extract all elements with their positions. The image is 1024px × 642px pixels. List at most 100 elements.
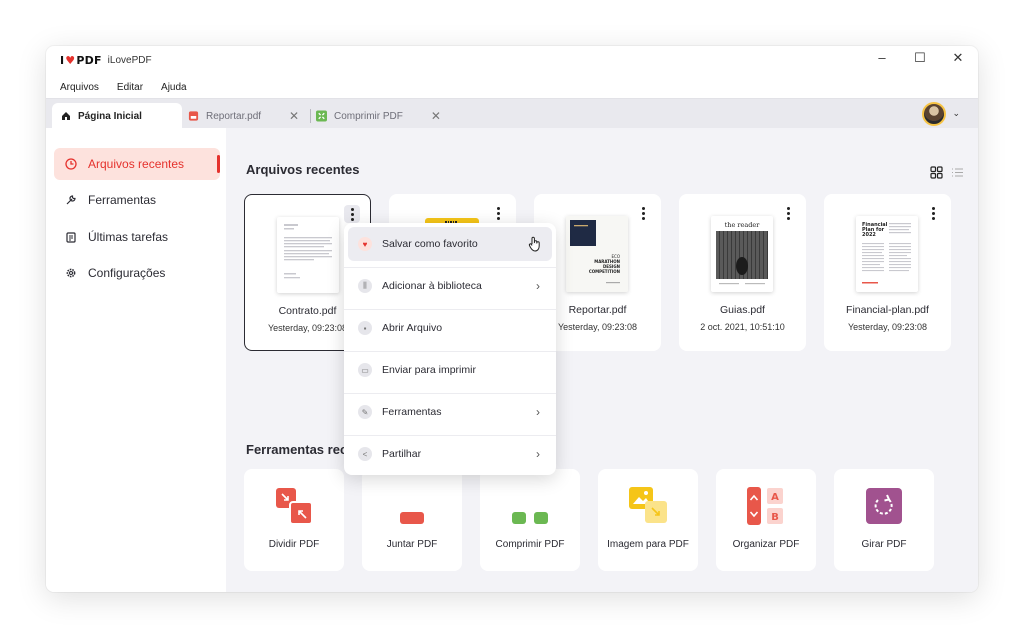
menu-item-print[interactable]: ▭ Enviar para imprimir [348, 353, 552, 387]
library-icon: ⫼ [358, 279, 372, 293]
menu-item-tools[interactable]: ✎ Ferramentas › [348, 395, 552, 429]
clipboard-icon [64, 231, 78, 243]
compress-icon [316, 110, 327, 122]
file-thumbnail: Financial Plan for 2022 [856, 216, 918, 292]
context-menu: ♥ Salvar como favorito ⫼ Adicionar à bib… [344, 223, 556, 475]
tool-card-split[interactable]: Dividir PDF [244, 469, 344, 571]
file-card[interactable]: Financial Plan for 2022 Financial-plan.p… [824, 194, 951, 351]
split-pdf-icon [275, 487, 313, 525]
more-options-icon[interactable] [490, 204, 506, 222]
menu-item-save-favorite[interactable]: ♥ Salvar como favorito [348, 227, 552, 261]
sidebar-item-settings[interactable]: Configurações [54, 257, 220, 289]
title-bar: I ♥ PDF iLovePDF – ☐ ✕ [46, 46, 978, 74]
menu-item-label: Enviar para imprimir [382, 364, 476, 376]
tool-label: Dividir PDF [268, 539, 320, 550]
thumb-text: COMPETITION [589, 269, 620, 274]
file-icon: ▪ [358, 321, 372, 335]
view-toggle [930, 166, 964, 184]
chevron-right-icon: › [536, 279, 540, 293]
menu-item-open-file[interactable]: ▪ Abrir Arquivo [348, 311, 552, 345]
organize-letter: B [771, 512, 779, 523]
menu-separator [344, 351, 556, 352]
menu-item-label: Salvar como favorito [382, 238, 478, 250]
minimize-button[interactable]: – [872, 50, 892, 66]
menu-item-label: Ferramentas [382, 406, 442, 418]
tab-reportar[interactable]: Reportar.pdf ✕ [188, 103, 299, 129]
close-window-button[interactable]: ✕ [948, 50, 968, 66]
window-controls: – ☐ ✕ [872, 50, 968, 66]
file-card[interactable]: the reader Guias.pdf 2 oct. 2021, 10:51:… [679, 194, 806, 351]
maximize-button[interactable]: ☐ [910, 50, 930, 66]
tool-card-rotate[interactable]: Girar PDF [834, 469, 934, 571]
file-thumbnail: ECO MARATHON DESIGN COMPETITION [566, 216, 628, 292]
tab-home[interactable]: Página Inicial [52, 103, 182, 129]
sidebar-item-last-tasks[interactable]: Últimas tarefas [54, 221, 220, 253]
tab-close-icon[interactable]: ✕ [289, 109, 299, 123]
chevron-right-icon: › [536, 447, 540, 461]
grid-view-icon[interactable] [930, 166, 943, 184]
wrench-icon [64, 194, 78, 206]
share-icon: < [358, 447, 372, 461]
menu-ajuda[interactable]: Ajuda [161, 82, 187, 93]
file-date: Yesterday, 09:23:08 [847, 322, 928, 332]
rotate-pdf-icon [865, 487, 903, 525]
merge-pdf-icon [393, 487, 431, 525]
thumb-text: 2022 [862, 232, 876, 238]
wrench-icon: ✎ [358, 405, 372, 419]
sidebar-item-label: Últimas tarefas [88, 230, 169, 244]
menu-item-label: Adicionar à biblioteca [382, 280, 482, 292]
chevron-right-icon: › [536, 405, 540, 419]
file-name: Guias.pdf [720, 304, 765, 316]
tab-comprimir-label: Comprimir PDF [334, 110, 403, 122]
sidebar: Arquivos recentes Ferramentas Últimas ta… [46, 128, 226, 592]
print-icon: ▭ [358, 363, 372, 377]
menu-separator [344, 393, 556, 394]
recent-files-title: Arquivos recentes [246, 162, 360, 177]
tab-separator [310, 109, 311, 123]
file-name: Financial-plan.pdf [846, 304, 929, 316]
menu-arquivos[interactable]: Arquivos [60, 82, 99, 93]
pdf-file-icon [188, 111, 199, 122]
file-date: 2 oct. 2021, 10:51:10 [700, 322, 785, 332]
tab-comprimir[interactable]: Comprimir PDF ✕ [316, 103, 441, 129]
tab-home-label: Página Inicial [78, 110, 142, 122]
tool-label: Organizar PDF [732, 539, 800, 550]
app-title: iLovePDF [107, 54, 152, 66]
chevron-down-icon[interactable]: ⌄ [952, 108, 960, 119]
heart-icon: ♥ [358, 237, 372, 251]
tab-bar: Página Inicial Reportar.pdf ✕ Comprimir … [46, 98, 978, 129]
compress-pdf-icon [511, 487, 549, 525]
tool-card-merge[interactable]: Juntar PDF [362, 469, 462, 571]
more-options-icon[interactable] [780, 204, 796, 222]
tool-label: Juntar PDF [386, 539, 438, 550]
more-options-icon[interactable] [344, 205, 360, 223]
tool-label: Comprimir PDF [495, 539, 565, 550]
menu-item-add-library[interactable]: ⫼ Adicionar à biblioteca › [348, 269, 552, 303]
menu-editar[interactable]: Editar [117, 82, 143, 93]
tab-reportar-label: Reportar.pdf [206, 110, 262, 122]
list-view-icon[interactable] [951, 166, 964, 184]
main-content: Arquivos recentes Contrato.pdf Yesterday… [226, 128, 978, 592]
sidebar-item-recent-files[interactable]: Arquivos recentes [54, 148, 220, 180]
home-icon [60, 111, 71, 122]
avatar[interactable] [922, 102, 946, 126]
tool-card-compress[interactable]: Comprimir PDF [480, 469, 580, 571]
file-thumbnail [277, 217, 339, 293]
tool-label: Imagem para PDF [607, 539, 689, 550]
menu-bar: Arquivos Editar Ajuda [46, 76, 187, 98]
tab-close-icon[interactable]: ✕ [431, 109, 441, 123]
app-window: I ♥ PDF iLovePDF – ☐ ✕ Arquivos Editar Aju… [46, 46, 978, 592]
recent-tools-title: Ferramentas rece [246, 442, 355, 457]
sidebar-item-tools[interactable]: Ferramentas [54, 184, 220, 216]
sidebar-item-label: Configurações [88, 266, 166, 280]
menu-item-share[interactable]: < Partilhar › [348, 437, 552, 471]
tool-card-image-to-pdf[interactable]: Imagem para PDF [598, 469, 698, 571]
menu-item-label: Partilhar [382, 448, 422, 460]
app-logo: I ♥ PDF [60, 53, 102, 67]
menu-item-label: Abrir Arquivo [382, 322, 443, 334]
menu-separator [344, 435, 556, 436]
organize-letter: A [771, 492, 779, 503]
more-options-icon[interactable] [635, 204, 651, 222]
tool-card-organize[interactable]: A B Organizar PDF [716, 469, 816, 571]
more-options-icon[interactable] [925, 204, 941, 222]
